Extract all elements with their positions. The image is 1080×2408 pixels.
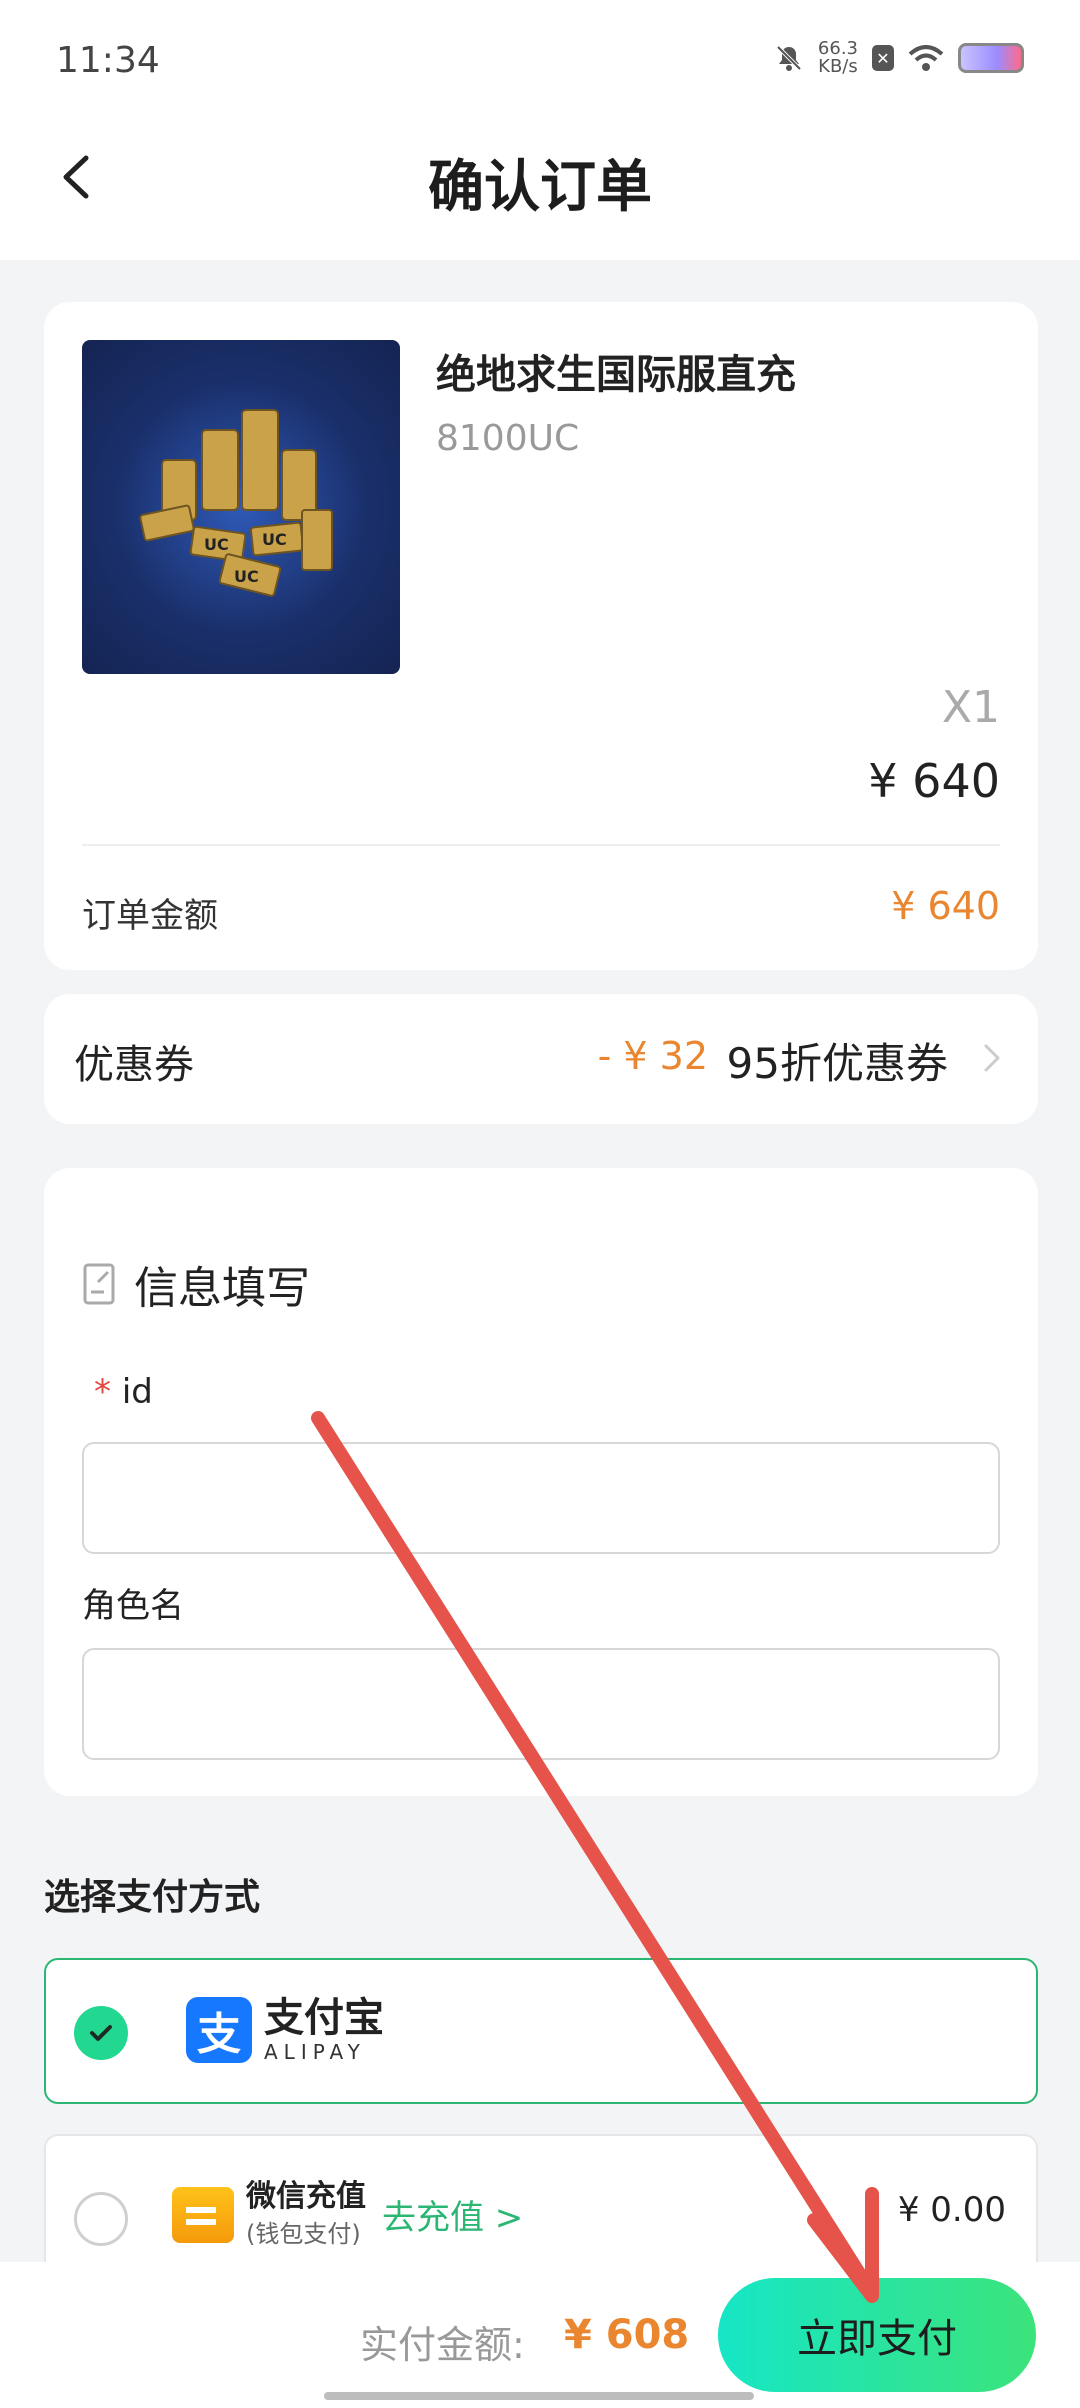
coupon-discount: - ¥ 32 xyxy=(597,1034,708,1078)
svg-text:UC: UC xyxy=(204,535,229,554)
order-amount-label: 订单金额 xyxy=(82,896,218,936)
pay-amount-label: 实付金额: xyxy=(360,2323,525,2367)
status-time: 11:34 xyxy=(56,40,160,81)
order-amount: ¥ 640 xyxy=(891,884,1000,928)
role-name-input[interactable] xyxy=(82,1648,1000,1760)
required-mark: * xyxy=(94,1372,111,1412)
product-spec: 8100UC xyxy=(436,418,580,459)
wallet-radio[interactable] xyxy=(74,2192,128,2246)
status-icons: 66.3 KB/s ✕ xyxy=(774,40,1024,76)
network-speed: 66.3 KB/s xyxy=(817,38,858,77)
check-icon xyxy=(90,2025,112,2041)
page-header: 确认订单 xyxy=(0,100,1080,260)
alipay-name: 支付宝 xyxy=(264,1995,384,2041)
payment-method-title: 选择支付方式 xyxy=(44,1877,261,1918)
coupon-label: 优惠券 xyxy=(74,1042,194,1088)
info-title-row: 信息填写 xyxy=(82,1252,310,1316)
product-price: ¥ 640 xyxy=(868,754,1000,808)
id-field-label: * id xyxy=(94,1372,153,1412)
wallet-icon xyxy=(172,2186,234,2243)
battery-icon xyxy=(958,43,1024,73)
notification-x-icon: ✕ xyxy=(872,45,894,71)
form-document-icon xyxy=(83,1263,115,1305)
home-indicator[interactable] xyxy=(324,2392,754,2400)
coupon-row[interactable]: 优惠券 - ¥ 32 95折优惠券 xyxy=(44,994,1038,1124)
bottom-pay-bar: 实付金额: ¥ 608 立即支付 xyxy=(0,2262,1080,2408)
chevron-right-icon xyxy=(984,1044,1000,1072)
pay-amount: ¥ 608 xyxy=(564,2312,690,2358)
alipay-logo: 支 支付宝 ALIPAY xyxy=(186,1996,384,2064)
svg-text:UC: UC xyxy=(262,530,287,549)
page-title: 确认订单 xyxy=(428,155,652,220)
product-name: 绝地求生国际服直充 xyxy=(436,352,796,398)
uc-coins-illustration: UC UC UC xyxy=(139,409,333,597)
wallet-balance: ¥ 0.00 xyxy=(897,2190,1006,2230)
id-input[interactable] xyxy=(82,1442,1000,1554)
recharge-link[interactable]: 去充值 > xyxy=(382,2190,523,2239)
wallet-subtitle: (钱包支付) xyxy=(246,2220,361,2248)
divider xyxy=(82,844,1000,846)
alipay-radio[interactable] xyxy=(74,2006,128,2060)
wallet-logo: 微信充值 (钱包支付) xyxy=(172,2180,366,2249)
product-quantity: X1 xyxy=(941,682,1000,733)
alipay-icon: 支 xyxy=(186,1997,252,2063)
alipay-en-name: ALIPAY xyxy=(264,2040,366,2064)
info-title: 信息填写 xyxy=(134,1263,310,1314)
wallet-name: 微信充值 xyxy=(246,2179,366,2214)
svg-text:UC: UC xyxy=(234,567,259,586)
coupon-name: 95折优惠券 xyxy=(726,1039,948,1088)
info-form-card: 信息填写 * id 角色名 xyxy=(44,1168,1038,1796)
pay-now-button[interactable]: 立即支付 xyxy=(718,2278,1036,2392)
id-label-text: id xyxy=(121,1372,153,1412)
mute-bell-icon xyxy=(776,45,802,71)
product-image: UC UC UC xyxy=(82,340,400,674)
wifi-icon xyxy=(908,45,944,71)
product-card: UC UC UC 绝地求生国际服直充 8100UC X1 ¥ 640 订单金额 … xyxy=(44,302,1038,970)
role-name-label: 角色名 xyxy=(82,1586,184,1626)
alipay-option[interactable]: 支 支付宝 ALIPAY xyxy=(44,1958,1038,2104)
